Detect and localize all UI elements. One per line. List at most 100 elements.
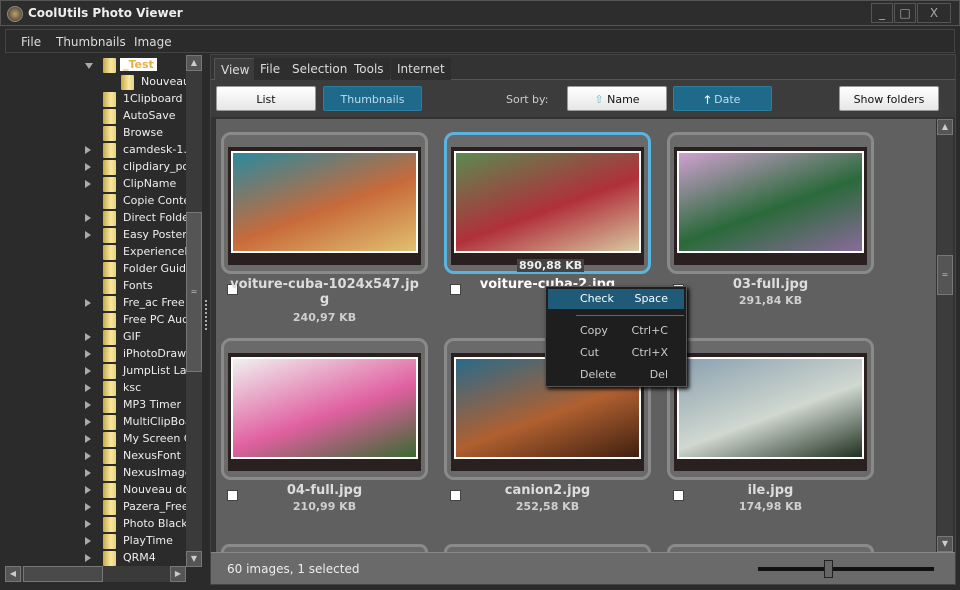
tree-item-selected[interactable]: _Test: [120, 58, 157, 71]
menu-file[interactable]: File: [21, 35, 41, 49]
menu-image[interactable]: Image: [134, 35, 172, 49]
scroll-up-button[interactable]: ▲: [937, 119, 953, 135]
minimize-button[interactable]: _: [871, 3, 893, 23]
menu-item-cut[interactable]: Cut Ctrl+X: [548, 343, 684, 363]
tree-item[interactable]: GIF: [5, 329, 186, 346]
tree-item[interactable]: MP3 Timer: [5, 397, 186, 414]
tree-item[interactable]: ExperienceIn: [5, 244, 186, 261]
expand-arrow-icon[interactable]: [85, 180, 91, 188]
tree-item[interactable]: Fonts: [5, 278, 186, 295]
thumbnails-view-button[interactable]: Thumbnails: [323, 86, 422, 111]
tree-item[interactable]: JumpList Lau: [5, 363, 186, 380]
expand-arrow-icon[interactable]: [85, 554, 91, 562]
folder-icon: [103, 92, 116, 107]
expand-arrow-icon[interactable]: [85, 384, 91, 392]
tab-view[interactable]: View: [214, 58, 257, 80]
tree-scrollbar[interactable]: ▲ = ▼: [186, 55, 202, 567]
scroll-thumb[interactable]: =: [186, 212, 202, 372]
folder-icon: [103, 245, 116, 260]
folder-icon: [103, 432, 116, 447]
expand-arrow-icon[interactable]: [85, 435, 91, 443]
tree-item[interactable]: Folder Guide: [5, 261, 186, 278]
tree-item[interactable]: Copie Conter: [5, 193, 186, 210]
file-name: 04-full.jpg: [286, 483, 363, 498]
expand-arrow-icon[interactable]: [85, 469, 91, 477]
expand-arrow-icon[interactable]: [85, 452, 91, 460]
tab-internet[interactable]: Internet: [391, 58, 451, 80]
thumbnail-card[interactable]: [444, 544, 651, 552]
thumbnail-card[interactable]: [221, 338, 428, 480]
expand-arrow-icon[interactable]: [85, 486, 91, 494]
tree-item[interactable]: camdesk-1.2: [5, 142, 186, 159]
maximize-button[interactable]: □: [894, 3, 916, 23]
tree-item[interactable]: Browse: [5, 125, 186, 142]
tree-item[interactable]: Pazera_Free: [5, 499, 186, 516]
thumbnail-card[interactable]: 890,88 KB: [444, 132, 651, 274]
thumbnail-card[interactable]: [221, 544, 428, 552]
scroll-down-button[interactable]: ▼: [186, 551, 202, 567]
expand-arrow-icon[interactable]: [85, 503, 91, 511]
tree-item[interactable]: QRM4: [5, 550, 186, 567]
show-folders-button[interactable]: Show folders: [839, 86, 939, 111]
tab-selection[interactable]: Selection: [286, 58, 354, 80]
thumbnail-card[interactable]: [667, 544, 874, 552]
tab-file[interactable]: File: [254, 58, 287, 80]
expand-arrow-icon[interactable]: [85, 367, 91, 375]
tree-item[interactable]: Fre_ac Free: [5, 295, 186, 312]
grid-scrollbar[interactable]: ▲ = ▼: [937, 119, 953, 552]
sort-date-button[interactable]: 🡑 Date: [673, 86, 772, 111]
thumbnail-card[interactable]: [221, 132, 428, 274]
photo-thumbnail: [231, 357, 418, 459]
tree-item[interactable]: NexusImage: [5, 465, 186, 482]
tree-item[interactable]: NexusFont: [5, 448, 186, 465]
tree-item[interactable]: Free PC Audi: [5, 312, 186, 329]
expand-arrow-icon[interactable]: [85, 333, 91, 341]
tree-item[interactable]: ksc: [5, 380, 186, 397]
tree-item[interactable]: AutoSave: [5, 108, 186, 125]
hscroll-thumb[interactable]: [23, 566, 103, 582]
scroll-down-button[interactable]: ▼: [937, 536, 953, 552]
menu-item-check[interactable]: Check Space: [548, 289, 684, 309]
tree-item[interactable]: PlayTime: [5, 533, 186, 550]
tree-item[interactable]: Nouveau: [141, 75, 186, 88]
menu-item-delete[interactable]: Delete Del: [548, 365, 684, 385]
tree-item[interactable]: clipdiary_por: [5, 159, 186, 176]
tree-item[interactable]: Photo Black &: [5, 516, 186, 533]
tab-tools[interactable]: Tools: [348, 58, 390, 80]
zoom-slider-thumb[interactable]: [824, 560, 834, 578]
list-view-button[interactable]: List: [216, 86, 316, 111]
expand-arrow-icon[interactable]: [85, 537, 91, 545]
expand-arrow-icon[interactable]: [85, 418, 91, 426]
tree-item[interactable]: 1Clipboard: [5, 91, 186, 108]
thumbnail-card[interactable]: [667, 338, 874, 480]
zoom-slider[interactable]: [758, 560, 934, 578]
expand-arrow-icon[interactable]: [85, 146, 91, 154]
tree-item[interactable]: Nouveau dos: [5, 482, 186, 499]
expand-arrow-icon[interactable]: [85, 299, 91, 307]
expand-arrow-icon[interactable]: [85, 350, 91, 358]
scroll-right-button[interactable]: ▶: [170, 566, 186, 582]
scroll-thumb[interactable]: =: [937, 255, 953, 295]
file-name: canion2.jpg: [504, 483, 591, 498]
menu-item-copy[interactable]: Copy Ctrl+C: [548, 321, 684, 341]
tree-item[interactable]: MultiClipBoar: [5, 414, 186, 431]
expand-arrow-icon[interactable]: [85, 163, 91, 171]
tree-horizontal-scrollbar[interactable]: ◀ ▶: [5, 566, 186, 582]
splitter-handle[interactable]: [205, 300, 208, 330]
expand-arrow-icon[interactable]: [85, 231, 91, 239]
scroll-up-button[interactable]: ▲: [186, 55, 202, 71]
menu-thumbnails[interactable]: Thumbnails: [56, 35, 126, 49]
tree-item[interactable]: iPhotoDraw: [5, 346, 186, 363]
tree-item[interactable]: Direct Folder: [5, 210, 186, 227]
tree-item[interactable]: Easy Poster I: [5, 227, 186, 244]
collapse-arrow-icon[interactable]: [85, 63, 93, 69]
tree-item[interactable]: My Screen C: [5, 431, 186, 448]
expand-arrow-icon[interactable]: [85, 520, 91, 528]
close-button[interactable]: X: [917, 3, 951, 23]
expand-arrow-icon[interactable]: [85, 214, 91, 222]
expand-arrow-icon[interactable]: [85, 401, 91, 409]
thumbnail-card[interactable]: [667, 132, 874, 274]
scroll-left-button[interactable]: ◀: [5, 566, 21, 582]
tree-item[interactable]: ClipName: [5, 176, 186, 193]
sort-name-button[interactable]: ⇧ Name: [567, 86, 667, 111]
